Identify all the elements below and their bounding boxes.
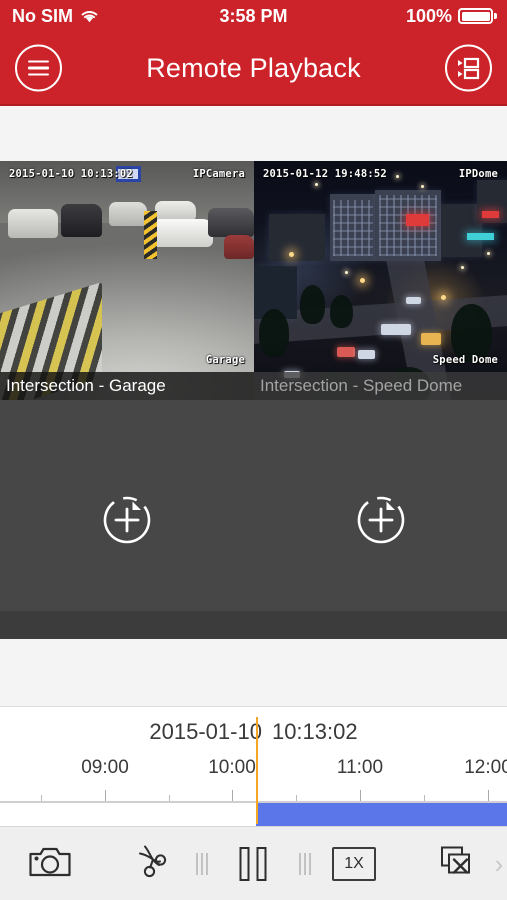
video-camera-name: Speed Dome — [433, 354, 498, 366]
page-title: Remote Playback — [146, 53, 361, 84]
timeline-playhead[interactable] — [256, 717, 258, 824]
clip-button[interactable] — [133, 844, 167, 883]
timeline-date: 2015-01-10 — [149, 719, 262, 745]
video-timestamp: 2015-01-10 10:13:02 — [9, 168, 133, 180]
timeline-tick-major — [105, 790, 106, 801]
empty-cell-footer — [254, 611, 507, 639]
timeline-tick-major — [232, 790, 233, 801]
header-content-gap — [0, 104, 507, 161]
camera-icon — [29, 845, 71, 882]
status-bar: No SIM 3:58 PM 100% — [0, 0, 507, 32]
hamburger-menu-icon[interactable] — [15, 45, 62, 92]
timeline[interactable]: 2015-01-10 10:13:02 09:00 10:00 11:00 12… — [0, 707, 507, 825]
scissors-icon — [133, 844, 167, 883]
status-bar-right: 100% — [406, 6, 497, 27]
timeline-tick-major — [360, 790, 361, 801]
empty-cell-footer — [0, 611, 254, 639]
battery-full-icon — [458, 8, 497, 24]
video-cell-garage[interactable]: 2015-01-10 10:13:02 IPCamera Garage Inte… — [0, 161, 254, 400]
timeline-tick-label: 12:00 — [464, 757, 507, 779]
timeline-section: 2015-01-10 10:13:02 09:00 10:00 11:00 12… — [0, 639, 507, 825]
window-layout-icon[interactable] — [445, 45, 492, 92]
video-camera-name: Garage — [206, 354, 245, 366]
video-channel-tag: IPCamera — [193, 168, 245, 180]
garage-vehicles — [0, 199, 254, 271]
video-timestamp: 2015-01-12 19:48:52 — [263, 168, 387, 180]
snapshot-button[interactable] — [29, 845, 71, 882]
video-frame-garage: 2015-01-10 10:13:02 IPCamera Garage — [0, 161, 254, 400]
timeline-gap — [0, 639, 507, 707]
pause-icon — [240, 847, 267, 881]
video-frame-speed-dome: 2015-01-12 19:48:52 IPDome Speed Dome — [254, 161, 507, 400]
chevron-right-icon: › — [495, 851, 504, 877]
timeline-tick-label: 11:00 — [337, 757, 383, 779]
step-backward-button[interactable] — [196, 853, 208, 875]
more-tools-button[interactable]: › — [495, 851, 504, 877]
app-header: Remote Playback — [0, 32, 507, 104]
add-camera-icon[interactable] — [355, 494, 407, 546]
battery-percent-label: 100% — [406, 6, 452, 27]
video-cell-empty-3[interactable] — [0, 400, 254, 639]
playback-speed-button[interactable]: 1X — [332, 847, 376, 881]
remote-playback-screen: No SIM 3:58 PM 100% Remote Playback — [0, 0, 507, 900]
add-camera-icon[interactable] — [101, 494, 153, 546]
video-cell-label: Intersection - Garage — [0, 372, 254, 400]
video-channel-tag: IPDome — [459, 168, 498, 180]
frame-step-forward-icon — [299, 853, 311, 875]
video-grid: 2015-01-10 10:13:02 IPCamera Garage Inte… — [0, 161, 507, 639]
close-all-windows-icon — [439, 844, 475, 883]
timeline-tick-major — [488, 790, 489, 801]
timeline-tick-labels: 09:00 10:00 11:00 12:00 — [0, 757, 507, 801]
video-cell-empty-4[interactable] — [254, 400, 507, 639]
playback-toolbar: 1X › — [0, 826, 507, 900]
timeline-datetime: 2015-01-10 10:13:02 — [0, 719, 507, 745]
step-forward-button[interactable] — [299, 853, 311, 875]
video-cell-label: Intersection - Speed Dome — [254, 372, 507, 400]
video-cell-speed-dome[interactable]: 2015-01-12 19:48:52 IPDome Speed Dome In… — [254, 161, 507, 400]
pause-button[interactable] — [240, 847, 267, 881]
timeline-time: 10:13:02 — [272, 719, 358, 745]
speed-icon: 1X — [332, 847, 376, 881]
timeline-tick-label: 09:00 — [81, 757, 129, 779]
hamburger-lines — [28, 60, 49, 76]
frame-step-backward-icon — [196, 853, 208, 875]
timeline-tick-label: 10:00 — [208, 757, 256, 779]
close-all-button[interactable] — [439, 844, 475, 883]
